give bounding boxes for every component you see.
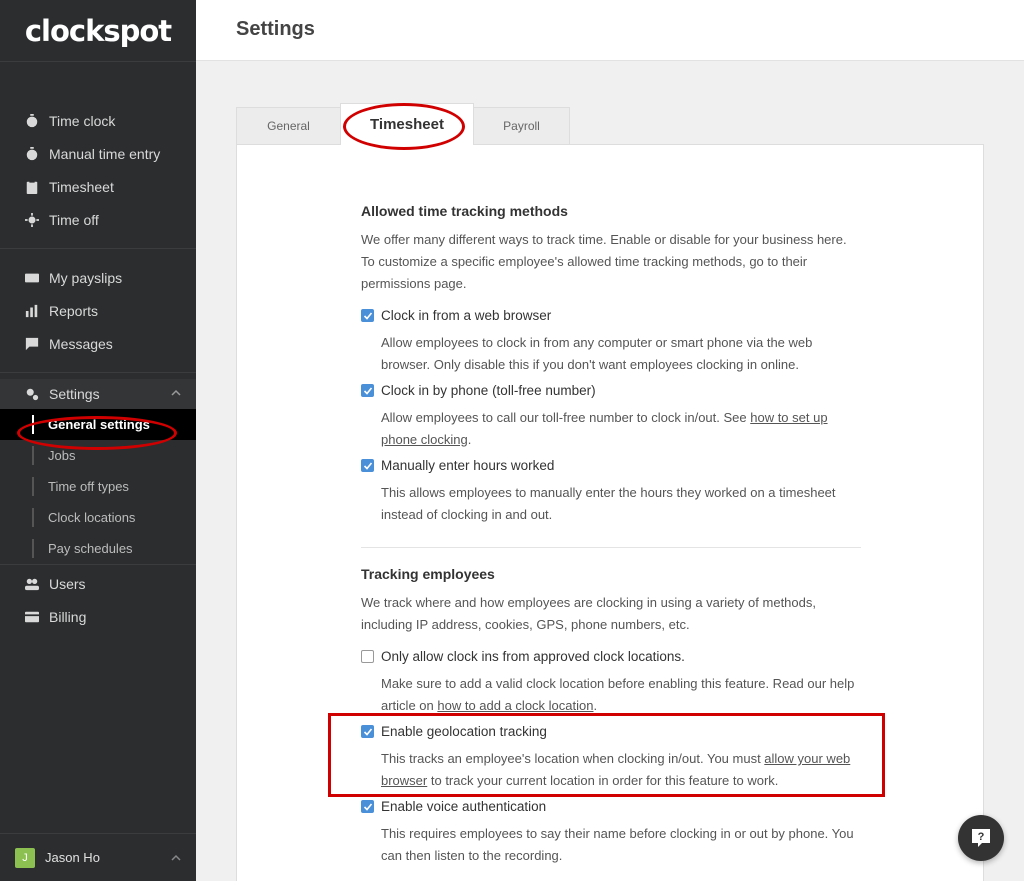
- sidebar-item-label: Users: [49, 575, 86, 592]
- chevron-up-icon[interactable]: [170, 387, 182, 399]
- option-label: Only allow clock ins from approved clock…: [381, 649, 685, 664]
- svg-text:?: ?: [978, 831, 985, 843]
- option-manual-hours[interactable]: Manually enter hours worked: [361, 458, 554, 473]
- checkbox-checked[interactable]: [361, 309, 374, 322]
- checkbox-checked[interactable]: [361, 459, 374, 472]
- option-label: Enable voice authentication: [381, 799, 547, 814]
- gear-icon: [24, 386, 40, 402]
- sidebar-item-label: Settings: [49, 386, 100, 402]
- option-description: This allows employees to manually enter …: [381, 485, 836, 522]
- section-description: We track where and how employees are clo…: [361, 595, 816, 632]
- sidebar-item-reports[interactable]: Reports: [0, 294, 196, 327]
- sidebar-item-label: Billing: [49, 608, 87, 625]
- option-label: Manually enter hours worked: [381, 458, 555, 473]
- stopwatch-icon: [24, 113, 40, 129]
- sidebar-item-label: Messages: [49, 335, 113, 352]
- avatar: J: [15, 847, 35, 868]
- section-title-allowed-methods: Allowed time tracking methods: [361, 203, 568, 219]
- option-description: Allow employees to clock in from any com…: [381, 335, 813, 372]
- sidebar-subitem-pay-schedules[interactable]: Pay schedules: [0, 533, 196, 564]
- sidebar-item-manual-time-entry[interactable]: Manual time entry: [0, 137, 196, 170]
- sidebar-item-timesheet[interactable]: Timesheet: [0, 170, 196, 203]
- chevron-up-icon: [171, 854, 181, 861]
- sidebar-item-label: Time off: [49, 211, 99, 228]
- nav-group-main: Time clock Manual time entry Timesheet T…: [0, 62, 196, 249]
- sidebar-item-users[interactable]: Users: [0, 567, 196, 600]
- section-title-tracking: Tracking employees: [361, 566, 495, 582]
- option-label: Clock in from a web browser: [381, 308, 552, 323]
- section-description: We offer many different ways to track ti…: [361, 232, 847, 291]
- user-menu[interactable]: J Jason Ho: [0, 833, 196, 881]
- sidebar-item-time-off[interactable]: Time off: [0, 203, 196, 236]
- message-icon: [24, 336, 40, 352]
- option-approved-locations[interactable]: Only allow clock ins from approved clock…: [361, 649, 685, 664]
- page-header: Settings: [196, 0, 1024, 61]
- help-link-clock-location[interactable]: how to add a clock location: [437, 698, 593, 713]
- option-description: Make sure to add a valid clock location …: [381, 676, 855, 713]
- help-chat-button[interactable]: ?: [958, 815, 1004, 861]
- sun-icon: [24, 212, 40, 228]
- tab-general[interactable]: General: [236, 107, 341, 144]
- option-description: Allow employees to call our toll-free nu…: [381, 410, 828, 447]
- option-voice-authentication[interactable]: Enable voice authentication: [361, 799, 546, 814]
- annotation-circle-timesheet-tab: [343, 103, 465, 150]
- checkbox-checked[interactable]: [361, 384, 374, 397]
- option-phone-clocking[interactable]: Clock in by phone (toll-free number): [361, 383, 596, 398]
- users-icon: [24, 576, 40, 592]
- payslip-icon: [24, 270, 40, 286]
- help-chat-icon: ?: [972, 829, 990, 847]
- sidebar-item-label: Time clock: [49, 112, 116, 129]
- sidebar-item-time-clock[interactable]: Time clock: [0, 104, 196, 137]
- clipboard-icon: [24, 179, 40, 195]
- divider: [361, 547, 861, 548]
- nav-group-secondary: My payslips Reports Messages: [0, 249, 196, 373]
- nav-group-account: Users Billing: [0, 564, 196, 633]
- sidebar-item-label: Manual time entry: [49, 145, 161, 162]
- checkbox-unchecked[interactable]: [361, 650, 374, 663]
- page-title: Settings: [236, 18, 315, 40]
- credit-card-icon: [24, 609, 40, 625]
- bar-chart-icon: [24, 303, 40, 319]
- sidebar-item-my-payslips[interactable]: My payslips: [0, 261, 196, 294]
- option-web-browser[interactable]: Clock in from a web browser: [361, 308, 551, 323]
- sidebar-item-label: My payslips: [49, 269, 123, 286]
- user-name: Jason Ho: [45, 850, 100, 865]
- sidebar-subitem-time-off-types[interactable]: Time off types: [0, 471, 196, 502]
- sidebar-item-messages[interactable]: Messages: [0, 327, 196, 360]
- tab-payroll[interactable]: Payroll: [473, 107, 570, 144]
- checkbox-checked[interactable]: [361, 800, 374, 813]
- option-description: This requires employees to say their nam…: [381, 826, 854, 863]
- sidebar-item-label: Timesheet: [49, 178, 114, 195]
- annotation-circle-general-settings: [17, 416, 177, 450]
- logo[interactable]: clockspot: [0, 0, 196, 62]
- sidebar-item-settings[interactable]: Settings: [0, 379, 196, 409]
- stopwatch-icon: [24, 146, 40, 162]
- sidebar-subitem-clock-locations[interactable]: Clock locations: [0, 502, 196, 533]
- sidebar-item-label: Reports: [49, 302, 99, 319]
- option-label: Clock in by phone (toll-free number): [381, 383, 596, 398]
- sidebar-item-billing[interactable]: Billing: [0, 600, 196, 633]
- annotation-box-geolocation: [328, 713, 885, 797]
